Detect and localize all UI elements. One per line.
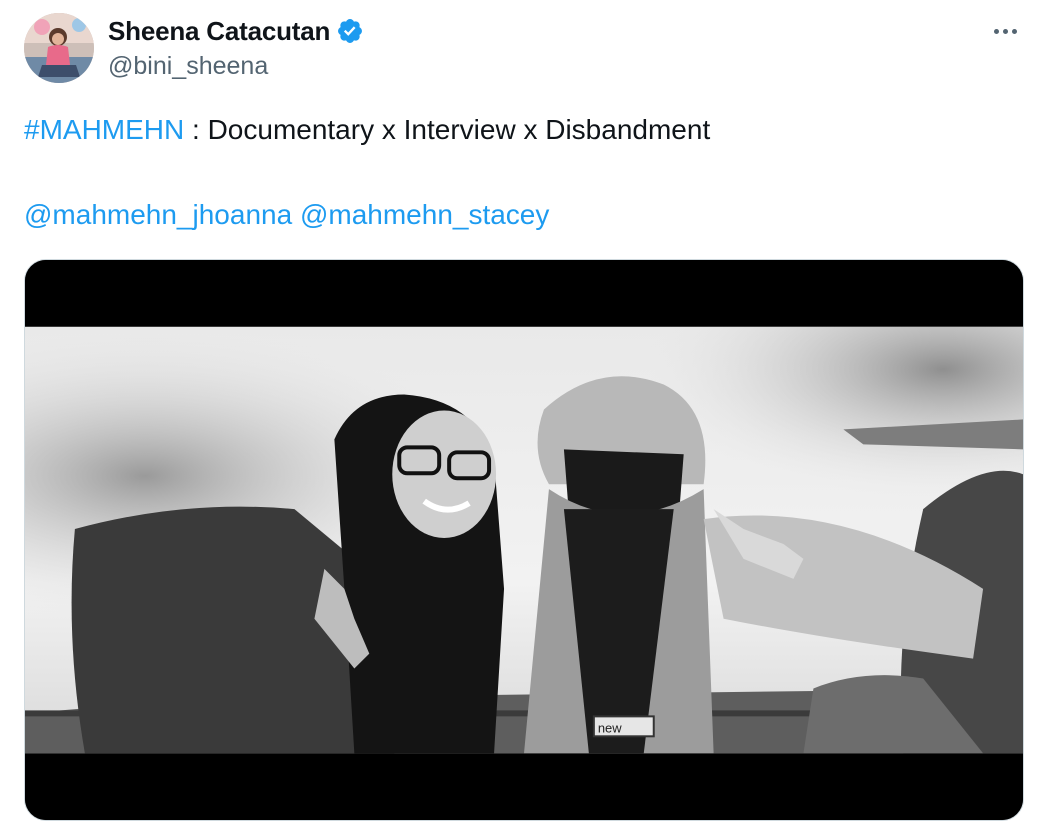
mention-link[interactable]: @mahmehn_stacey [300, 199, 549, 230]
mention-link[interactable]: @mahmehn_jhoanna [24, 199, 292, 230]
avatar-image [24, 13, 94, 83]
more-horizontal-icon [993, 28, 999, 34]
display-name-row: Sheena Catacutan [108, 14, 364, 48]
scene: new [25, 326, 1023, 754]
shirt-label: new [598, 720, 622, 735]
tweet-text-line-2: @mahmehn_jhoanna @mahmehn_stacey [24, 195, 710, 235]
hashtag-link[interactable]: #MAHMEHN [24, 114, 184, 145]
display-name[interactable]: Sheena Catacutan [108, 16, 330, 47]
tweet-body-text: : Documentary x Interview x Disbandment [184, 114, 711, 145]
author-block: Sheena Catacutan @bini_sheena [108, 14, 364, 81]
avatar[interactable] [24, 13, 94, 83]
media-video[interactable]: new [24, 259, 1024, 821]
video-frame: new [25, 260, 1023, 820]
tweet-text-line-1: #MAHMEHN : Documentary x Interview x Dis… [24, 110, 710, 150]
tweet-text: #MAHMEHN : Documentary x Interview x Dis… [24, 110, 710, 235]
more-options-button[interactable] [987, 18, 1023, 44]
handle[interactable]: @bini_sheena [108, 52, 364, 81]
tweet-card: Sheena Catacutan @bini_sheena #MAHMEHN :… [0, 0, 1043, 831]
more-horizontal-icon [1002, 28, 1008, 34]
more-horizontal-icon [1011, 28, 1017, 34]
verified-badge-icon[interactable] [336, 17, 364, 45]
